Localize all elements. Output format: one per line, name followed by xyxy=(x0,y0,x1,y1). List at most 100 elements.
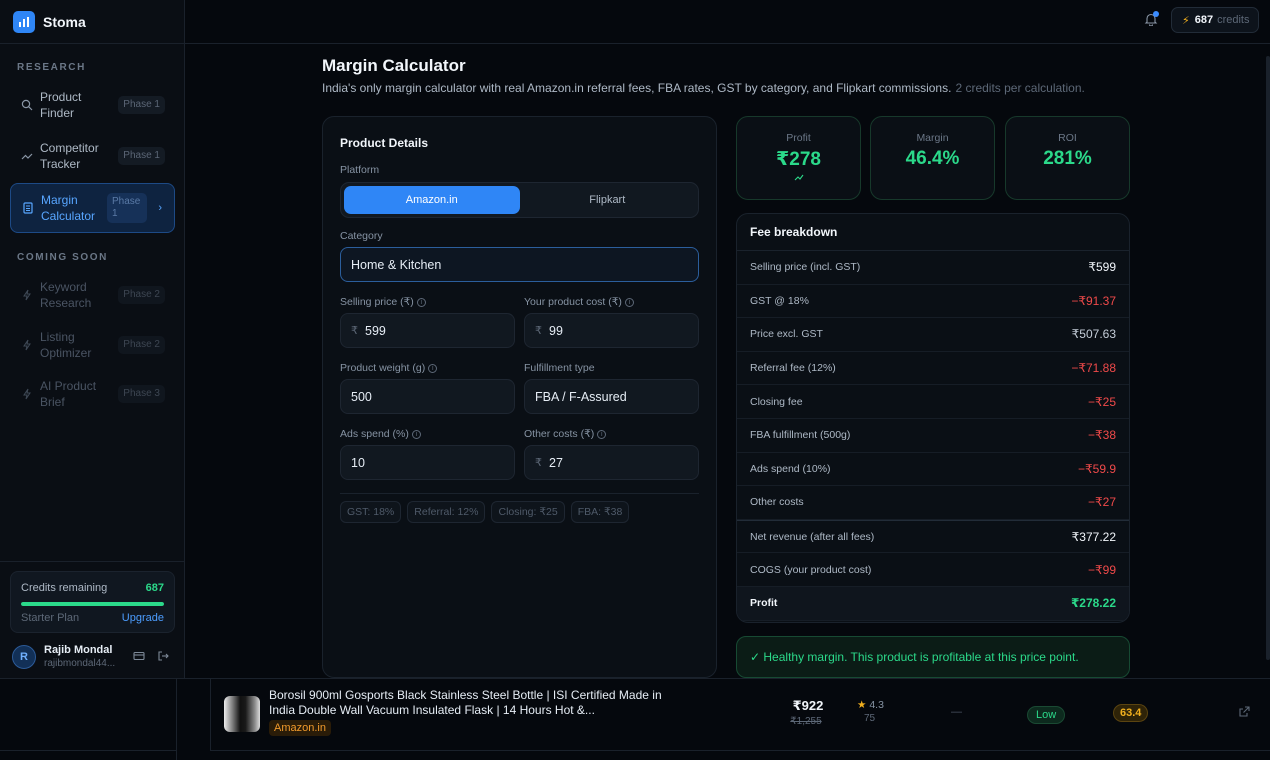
fee-row: Net revenue (after all fees) ₹377.22 xyxy=(737,519,1129,554)
section-research-label: RESEARCH xyxy=(17,62,86,73)
phase-badge: Phase 1 xyxy=(107,193,147,223)
billing-icon[interactable] xyxy=(133,650,145,665)
platform-flipkart-option[interactable]: Flipkart xyxy=(520,186,696,214)
fulfillment-select[interactable]: FBA / F-Assured xyxy=(524,379,699,414)
credits-count: 687 xyxy=(1194,14,1214,26)
product-cost-label-text: Your product cost (₹) xyxy=(524,296,622,308)
fee-value: ₹507.63 xyxy=(1071,327,1116,342)
product-price: ₹922 xyxy=(792,698,824,713)
ads-spend-input[interactable]: 10 xyxy=(340,445,515,480)
section-coming-soon-label: COMING SOON xyxy=(17,252,108,263)
fee-row: FBA fulfillment (500g) −₹38 xyxy=(737,419,1129,453)
other-costs-label-text: Other costs (₹) xyxy=(524,428,595,440)
fee-row: Price excl. GST ₹507.63 xyxy=(737,318,1129,352)
user-name: Rajib Mondal xyxy=(44,644,113,656)
info-icon[interactable]: i xyxy=(428,363,438,373)
avatar: R xyxy=(12,645,36,669)
brand[interactable]: Stoma xyxy=(0,0,184,44)
product-rating: ★ 4.3 xyxy=(857,699,884,711)
other-costs-input[interactable]: ₹27 xyxy=(524,445,699,480)
margin-stat-value: 46.4% xyxy=(905,148,960,169)
fee-value: ₹599 xyxy=(1088,260,1116,275)
other-costs-value: 27 xyxy=(549,455,563,470)
info-icon[interactable]: i xyxy=(624,297,634,307)
margin-stat-card: Margin 46.4% xyxy=(870,116,995,200)
divider xyxy=(0,750,177,751)
fee-label: GST @ 18% xyxy=(750,294,809,307)
logout-icon[interactable] xyxy=(157,650,169,665)
notification-dot xyxy=(1153,11,1159,17)
product-details-heading: Product Details xyxy=(340,136,429,150)
fee-value: ₹278.22 xyxy=(1070,596,1116,611)
info-icon[interactable]: i xyxy=(411,429,421,439)
search-icon xyxy=(20,98,34,112)
phase-badge: Phase 1 xyxy=(118,147,165,165)
fee-label: Ads spend (10%) xyxy=(750,462,831,475)
fee-value: ₹377.22 xyxy=(1071,529,1116,544)
fee-row: Referral fee (12%) −₹71.88 xyxy=(737,352,1129,386)
sidebar: Stoma RESEARCH Product Finder Phase 1 Co… xyxy=(0,0,185,678)
profit-stat-value: ₹278 xyxy=(776,149,821,170)
credits-progress-bar xyxy=(21,602,164,606)
product-old-price: ₹1,255 xyxy=(790,716,822,727)
credits-card: Credits remaining 687 Starter Plan Upgra… xyxy=(10,571,175,633)
phase-badge: Phase 1 xyxy=(118,96,165,114)
score-badge: 63.4 xyxy=(1113,704,1149,722)
weight-input[interactable]: 500 xyxy=(340,379,515,414)
phase-badge: Phase 2 xyxy=(118,286,165,304)
other-costs-label: Other costs (₹) i xyxy=(524,428,607,440)
platform-label: Platform xyxy=(340,164,380,176)
fee-row-total: Profit ₹278.22 xyxy=(737,586,1129,621)
platform-toggle: Amazon.in Flipkart xyxy=(340,182,699,218)
fee-label: Profit xyxy=(750,597,778,610)
product-cost-label: Your product cost (₹) i xyxy=(524,296,634,308)
selling-price-input[interactable]: ₹599 xyxy=(340,313,515,348)
info-icon[interactable]: i xyxy=(597,429,607,439)
upgrade-link[interactable]: Upgrade xyxy=(122,612,164,624)
external-link-icon[interactable] xyxy=(1238,706,1250,721)
calculator-icon xyxy=(21,201,35,215)
selling-price-label: Selling price (₹) i xyxy=(340,296,426,308)
store-badge: Amazon.in xyxy=(269,720,331,736)
phase-badge: Phase 2 xyxy=(118,336,165,354)
profit-stat-card: Profit ₹278 xyxy=(736,116,861,200)
platform-amazon-option[interactable]: Amazon.in xyxy=(344,186,520,214)
topbar: ⚡ 687 credits xyxy=(185,0,1270,44)
fulfillment-label: Fulfillment type xyxy=(524,362,595,374)
page-subtitle-text: India's only margin calculator with real… xyxy=(322,81,952,95)
sidebar-item-label: Margin Calculator xyxy=(41,193,96,223)
bolt-icon: ⚡ xyxy=(1182,14,1190,27)
category-select[interactable]: Home & Kitchen xyxy=(340,247,699,282)
weight-label-text: Product weight (g) xyxy=(340,362,426,374)
credits-pill[interactable]: ⚡ 687 credits xyxy=(1171,7,1259,33)
sidebar-item-product-finder[interactable]: Product Finder Phase 1 xyxy=(10,80,175,130)
brand-name: Stoma xyxy=(43,13,86,30)
user-profile[interactable]: R Rajib Mondal rajibmondal44... xyxy=(12,644,177,670)
trend-icon xyxy=(20,149,34,163)
product-title[interactable]: Borosil 900ml Gosports Black Stainless S… xyxy=(269,688,669,718)
fee-label: COGS (your product cost) xyxy=(750,563,872,576)
spark-icon xyxy=(20,387,34,401)
ads-spend-label-text: Ads spend (%) xyxy=(340,428,409,440)
credits-label: Credits remaining xyxy=(21,582,108,594)
rupee-icon: ₹ xyxy=(535,325,542,337)
fee-label: FBA fulfillment (500g) xyxy=(750,429,851,442)
fee-value: −₹99 xyxy=(1088,562,1116,577)
fee-row: COGS (your product cost) −₹99 xyxy=(737,553,1129,587)
selling-price-label-text: Selling price (₹) xyxy=(340,296,414,308)
product-cost-input[interactable]: ₹99 xyxy=(524,313,699,348)
sidebar-item-competitor-tracker[interactable]: Competitor Tracker Phase 1 xyxy=(10,131,175,181)
spark-icon xyxy=(20,338,34,352)
user-email: rajibmondal44... xyxy=(44,658,116,669)
sidebar-item-margin-calculator[interactable]: Margin Calculator Phase 1 › xyxy=(10,183,175,233)
product-cost-value: 99 xyxy=(549,323,563,338)
info-icon[interactable]: i xyxy=(416,297,426,307)
scrollbar[interactable] xyxy=(1266,56,1270,660)
fee-row: Other costs −₹27 xyxy=(737,486,1129,520)
rupee-icon: ₹ xyxy=(535,457,542,469)
spark-icon xyxy=(20,288,34,302)
rupee-icon: ₹ xyxy=(351,325,358,337)
fee-breakdown-card: Fee breakdown Selling price (incl. GST) ₹… xyxy=(736,213,1130,623)
product-thumbnail xyxy=(224,696,260,732)
roi-stat-value: 281% xyxy=(1043,148,1092,169)
